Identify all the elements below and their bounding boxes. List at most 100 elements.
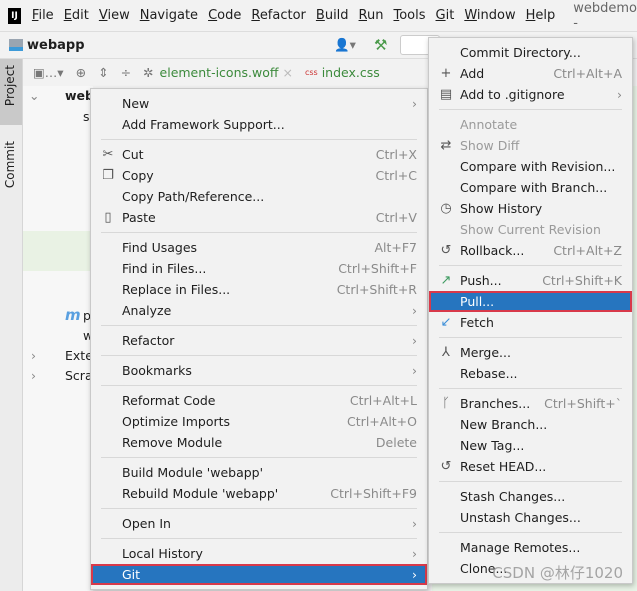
menu-git[interactable]: Git — [436, 8, 455, 23]
menu-item-label: Compare with Branch... — [460, 180, 608, 195]
menu-item-fetch[interactable]: ↙ Fetch — [429, 312, 632, 333]
menu-view[interactable]: View — [99, 8, 130, 23]
menu-item-commit-directory[interactable]: Commit Directory... — [429, 42, 632, 63]
project-tree: ⌄ web s m p w › Exte › Scra — [23, 86, 94, 591]
menu-build[interactable]: Build — [316, 8, 349, 23]
tree-item[interactable]: Exte — [65, 348, 93, 363]
menu-item-bookmarks[interactable]: Bookmarks › — [91, 360, 427, 381]
menu-item-branches[interactable]: ᚴ Branches... Ctrl+Shift+` — [429, 393, 632, 414]
editor-tab[interactable]: element-icons.woff — [160, 65, 279, 80]
collapse-all-icon[interactable]: ÷ — [121, 65, 131, 80]
menu-item-find-usages[interactable]: Find Usages Alt+F7 — [91, 237, 427, 258]
css-file-icon: css — [304, 68, 318, 77]
shortcut: Ctrl+Shift+K — [542, 273, 622, 288]
menu-code[interactable]: Code — [208, 8, 241, 23]
menu-item-stash-changes[interactable]: Stash Changes... — [429, 486, 632, 507]
menu-tools[interactable]: Tools — [393, 8, 425, 23]
menu-edit[interactable]: Edit — [64, 8, 89, 23]
tree-item[interactable]: Scra — [65, 368, 93, 383]
menu-separator — [429, 261, 632, 270]
menu-item-copy[interactable]: ❐ Copy Ctrl+C — [91, 165, 427, 186]
commit-tab[interactable]: Commit — [3, 141, 17, 188]
menu-item-analyze[interactable]: Analyze › — [91, 300, 427, 321]
menu-item-rebuild-module-webapp[interactable]: Rebuild Module 'webapp' Ctrl+Shift+F9 — [91, 483, 427, 504]
menu-item-remove-module[interactable]: Remove Module Delete — [91, 432, 427, 453]
expand-chevron-icon[interactable]: › — [31, 348, 36, 363]
menu-item-compare-with-branch[interactable]: Compare with Branch... — [429, 177, 632, 198]
menu-item-new-branch[interactable]: New Branch... — [429, 414, 632, 435]
menu-separator — [91, 228, 427, 237]
settings-gear-icon[interactable]: ✲ — [143, 65, 153, 80]
menu-separator — [91, 453, 427, 462]
locate-icon[interactable]: ⊕ — [76, 65, 86, 80]
menu-item-paste[interactable]: ▯ Paste Ctrl+V — [91, 207, 427, 228]
menu-run[interactable]: Run — [359, 8, 384, 23]
menu-file[interactable]: File — [32, 8, 54, 23]
menu-separator — [429, 477, 632, 486]
build-hammer-icon[interactable]: ⚒ — [374, 36, 387, 54]
user-icon[interactable]: 👤▾ — [334, 37, 356, 53]
menu-item-label: Rebuild Module 'webapp' — [122, 486, 279, 501]
chevron-right-icon: › — [412, 516, 417, 531]
menu-item-build-module-webapp[interactable]: Build Module 'webapp' — [91, 462, 427, 483]
menu-item-show-history[interactable]: ◷ Show History — [429, 198, 632, 219]
menu-item-add-framework-support[interactable]: Add Framework Support... — [91, 114, 427, 135]
chevron-right-icon: › — [412, 363, 417, 378]
menu-item-rebase[interactable]: Rebase... — [429, 363, 632, 384]
menu-item-find-in-files[interactable]: Find in Files... Ctrl+Shift+F — [91, 258, 427, 279]
menu-item-add[interactable]: + Add Ctrl+Alt+A — [429, 63, 632, 84]
menu-item-show-diff[interactable]: ⇄ Show Diff — [429, 135, 632, 156]
menu-item-label: Find in Files... — [122, 261, 207, 276]
menu-item-unstash-changes[interactable]: Unstash Changes... — [429, 507, 632, 528]
menu-window[interactable]: Window — [464, 8, 515, 23]
editor-tab[interactable]: index.css — [322, 65, 380, 80]
menu-item-label: Remove Module — [122, 435, 223, 450]
expand-chevron-icon[interactable]: › — [31, 368, 36, 383]
menu-help[interactable]: Help — [526, 8, 556, 23]
menu-item-label: New Tag... — [460, 438, 525, 453]
menu-refactor[interactable]: Refactor — [251, 8, 306, 23]
tool-window-stripe: Project Commit — [0, 59, 23, 591]
menu-item-show-current-revision[interactable]: Show Current Revision — [429, 219, 632, 240]
chevron-right-icon: › — [412, 303, 417, 318]
project-tab[interactable]: Project — [3, 65, 17, 106]
expand-chevron-icon[interactable]: ⌄ — [29, 88, 39, 103]
menu-separator — [91, 504, 427, 513]
menu-item-cut[interactable]: ✂ Cut Ctrl+X — [91, 144, 427, 165]
menu-item-label: Push... — [460, 273, 502, 288]
menu-item-push[interactable]: ↗ Push... Ctrl+Shift+K — [429, 270, 632, 291]
project-name[interactable]: webapp — [27, 38, 85, 53]
menu-item-optimize-imports[interactable]: Optimize Imports Ctrl+Alt+O — [91, 411, 427, 432]
shortcut: Ctrl+Alt+L — [349, 393, 417, 408]
menu-item-label: Git — [122, 567, 141, 582]
highlight-row — [23, 231, 93, 271]
menu-item-git[interactable]: Git › — [91, 564, 427, 585]
close-tab-icon[interactable]: × — [282, 65, 292, 80]
maven-icon: m — [65, 306, 81, 324]
menu-item-new[interactable]: New › — [91, 93, 427, 114]
menu-item-add-to-gitignore[interactable]: ▤ Add to .gitignore › — [429, 84, 632, 105]
tree-item[interactable]: s — [83, 109, 90, 124]
watermark: CSDN @林仔1020 — [492, 564, 623, 582]
menu-item-compare-with-revision[interactable]: Compare with Revision... — [429, 156, 632, 177]
menu-item-annotate[interactable]: Annotate — [429, 114, 632, 135]
expand-all-icon[interactable]: ⇕ — [98, 65, 108, 80]
menu-item-new-tag[interactable]: New Tag... — [429, 435, 632, 456]
menu-item-merge[interactable]: ⅄ Merge... — [429, 342, 632, 363]
menu-item-copy-path-reference[interactable]: Copy Path/Reference... — [91, 186, 427, 207]
menu-item-open-in[interactable]: Open In › — [91, 513, 427, 534]
menu-item-reformat-code[interactable]: Reformat Code Ctrl+Alt+L — [91, 390, 427, 411]
shortcut: Ctrl+Shift+F — [338, 261, 417, 276]
menu-item-refactor[interactable]: Refactor › — [91, 330, 427, 351]
menu-navigate[interactable]: Navigate — [140, 8, 198, 23]
menu-item-manage-remotes[interactable]: Manage Remotes... — [429, 537, 632, 558]
menu-item-replace-in-files[interactable]: Replace in Files... Ctrl+Shift+R — [91, 279, 427, 300]
menu-item-pull[interactable]: Pull... — [429, 291, 632, 312]
menu-item-rollback[interactable]: ↺ Rollback... Ctrl+Alt+Z — [429, 240, 632, 261]
view-dropdown-icon[interactable]: ▣…▾ — [33, 65, 64, 80]
menu-item-local-history[interactable]: Local History › — [91, 543, 427, 564]
shortcut: Delete — [375, 435, 417, 450]
menu-item-label: Optimize Imports — [122, 414, 231, 429]
menu-item-reset-head[interactable]: ↺ Reset HEAD... — [429, 456, 632, 477]
shortcut: Ctrl+Shift+R — [336, 282, 417, 297]
